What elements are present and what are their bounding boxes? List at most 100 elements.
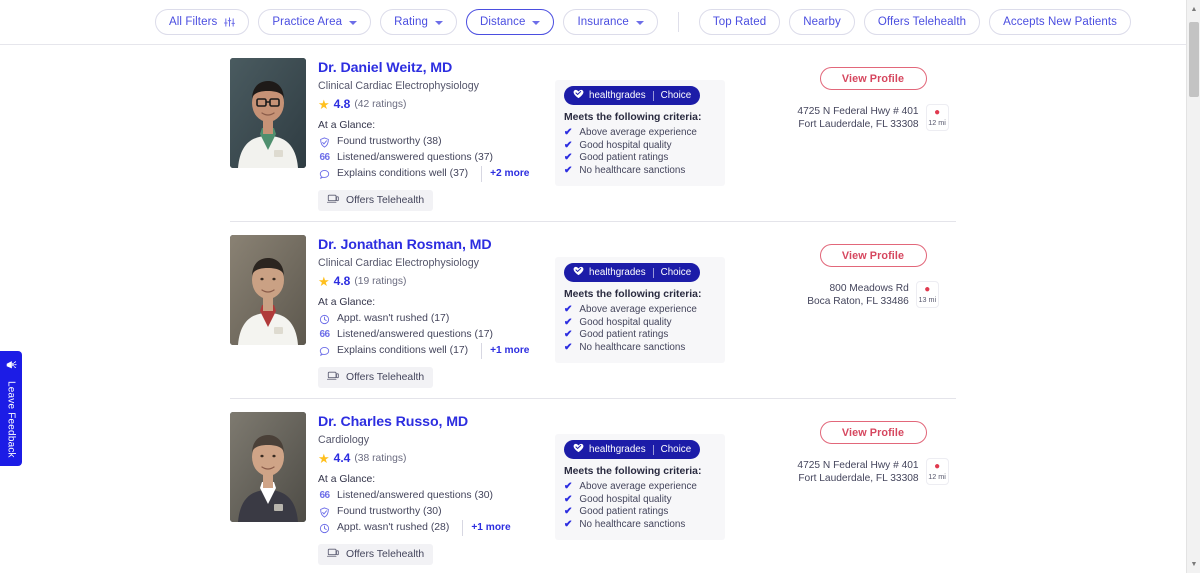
filter-dropdown-rating[interactable]: Rating — [380, 9, 457, 35]
distance-badge[interactable]: ● 12 mi — [925, 104, 949, 131]
healthgrades-choice-column: healthgrades Choice Meets the following cr… — [555, 235, 790, 388]
filter-dropdown-distance[interactable]: Distance — [465, 9, 555, 35]
criteria-text: No healthcare sanctions — [579, 341, 686, 353]
filter-dropdown-label: Practice Area — [272, 16, 343, 28]
healthgrades-choice-badge: healthgrades Choice — [564, 440, 701, 460]
doctor-rating[interactable]: ★ 4.8 (42 ratings) — [318, 97, 555, 111]
doctor-name-link[interactable]: Dr. Daniel Weitz, MD — [318, 60, 555, 77]
criteria-item: ✔ Above average experience — [564, 481, 716, 494]
clock-icon — [318, 314, 331, 325]
doctor-card[interactable]: Dr. Daniel Weitz, MD Clinical Cardiac Ele… — [230, 45, 956, 223]
speech-bubble-icon — [318, 169, 331, 180]
all-filters-button[interactable]: All Filters — [155, 9, 250, 35]
chevron-down-icon — [635, 20, 644, 25]
glance-item-text: Explains conditions well (37) — [337, 168, 469, 180]
check-icon: ✔ — [564, 506, 573, 518]
distance-label: 12 mi — [928, 471, 946, 481]
shield-check-icon — [318, 507, 331, 518]
healthgrades-choice-label: Choice — [660, 444, 692, 456]
doctor-location: 4725 N Federal Hwy # 401 Fort Lauderdale,… — [797, 104, 949, 131]
address-line-1: 800 Meadows Rd — [829, 282, 909, 294]
criteria-item: ✔ Good hospital quality — [564, 494, 716, 507]
filter-bar: All Filters Practice Area Rating Distanc… — [0, 0, 1200, 45]
page-scrollbar[interactable]: ▲ ▼ — [1186, 0, 1200, 573]
glance-item: 66 Listened/answered questions (30) — [318, 488, 555, 504]
quick-filter-top-rated[interactable]: Top Rated — [698, 9, 781, 35]
glance-item: Found trustworthy (30) — [318, 504, 555, 520]
telehealth-label: Offers Telehealth — [346, 549, 425, 561]
doctor-name-link[interactable]: Dr. Jonathan Rosman, MD — [318, 237, 555, 254]
check-icon: ✔ — [564, 304, 573, 316]
doctor-photo-column — [230, 235, 318, 388]
filter-dropdown-practice-area[interactable]: Practice Area — [258, 9, 372, 35]
more-attributes-link[interactable]: +1 more — [462, 520, 511, 537]
check-icon: ✔ — [564, 139, 573, 151]
more-attributes-link[interactable]: +2 more — [481, 166, 529, 183]
scrollbar-thumb[interactable] — [1189, 22, 1199, 97]
criteria-text: No healthcare sanctions — [579, 164, 686, 176]
rating-count: (38 ratings) — [354, 452, 407, 464]
criteria-text: Good hospital quality — [579, 493, 672, 505]
more-attributes-link[interactable]: +1 more — [481, 343, 529, 360]
criteria-item: ✔ No healthcare sanctions — [564, 165, 716, 178]
doctor-name-link[interactable]: Dr. Charles Russo, MD — [318, 414, 555, 431]
scroll-up-icon[interactable]: ▲ — [1187, 2, 1200, 16]
distance-badge[interactable]: ● 13 mi — [915, 281, 939, 309]
filter-dropdown-insurance[interactable]: Insurance — [563, 9, 658, 35]
quote-icon: 66 — [319, 152, 330, 164]
criteria-item: ✔ Good patient ratings — [564, 506, 716, 519]
criteria-item: ✔ No healthcare sanctions — [564, 519, 716, 532]
criteria-item: ✔ Above average experience — [564, 304, 716, 317]
criteria-text: Good hospital quality — [579, 139, 672, 151]
criteria-text: Good patient ratings — [579, 506, 669, 518]
leave-feedback-tab[interactable]: Leave Feedback — [0, 351, 22, 466]
glance-item: Appt. wasn't rushed (17) — [318, 311, 555, 327]
heart-check-icon — [573, 89, 584, 102]
glance-item-text: Listened/answered questions (37) — [337, 152, 493, 164]
doctor-photo-column — [230, 412, 318, 565]
criteria-item: ✔ No healthcare sanctions — [564, 342, 716, 355]
rating-value: 4.8 — [333, 97, 351, 112]
criteria-item: ✔ Good hospital quality — [564, 317, 716, 330]
glance-item: Explains conditions well (37) +2 more — [318, 166, 555, 183]
quick-filter-nearby[interactable]: Nearby — [789, 9, 855, 35]
doctor-card[interactable]: Dr. Charles Russo, MD Cardiology ★ 4.4 (38 r… — [230, 399, 956, 573]
telehealth-label: Offers Telehealth — [346, 195, 425, 207]
doctor-photo[interactable] — [230, 58, 306, 168]
speech-bubble-icon — [318, 346, 331, 357]
address-line-2: Fort Lauderdale, FL 33308 — [798, 118, 919, 130]
healthgrades-choice-box: healthgrades Choice Meets the following cr… — [555, 80, 725, 186]
all-filters-label: All Filters — [169, 16, 218, 28]
scroll-down-icon[interactable]: ▼ — [1187, 557, 1200, 571]
star-icon: ★ — [318, 273, 330, 289]
doctor-action-column: View Profile 4725 N Federal Hwy # 401 Fort… — [790, 412, 956, 565]
doctor-photo[interactable] — [230, 235, 306, 346]
distance-badge[interactable]: ● 12 mi — [925, 458, 949, 486]
doctor-results-list: Dr. Daniel Weitz, MD Clinical Cardiac Ele… — [0, 45, 1186, 573]
address-line-2: Fort Lauderdale, FL 33308 — [798, 472, 919, 484]
map-pin-icon: ● — [934, 460, 941, 472]
quote-icon: 66 — [319, 490, 330, 502]
healthgrades-choice-badge: healthgrades Choice — [564, 86, 701, 105]
view-profile-button[interactable]: View Profile — [819, 67, 927, 90]
view-profile-button[interactable]: View Profile — [819, 244, 927, 268]
doctor-rating[interactable]: ★ 4.4 (38 ratings) — [318, 451, 555, 465]
check-icon: ✔ — [564, 329, 573, 341]
criteria-heading: Meets the following criteria: — [564, 466, 702, 478]
doctor-location: 4725 N Federal Hwy # 401 Fort Lauderdale,… — [797, 458, 949, 486]
criteria-text: Above average experience — [579, 127, 697, 138]
doctor-card[interactable]: Dr. Jonathan Rosman, MD Clinical Cardiac … — [230, 222, 956, 400]
view-profile-button[interactable]: View Profile — [819, 421, 927, 445]
healthgrades-brand-label: healthgrades — [589, 444, 646, 456]
filter-chip-group: All Filters Practice Area Rating Distanc… — [155, 9, 1131, 35]
star-icon: ★ — [318, 450, 330, 466]
sliders-icon — [224, 16, 236, 28]
doctor-rating[interactable]: ★ 4.8 (19 ratings) — [318, 274, 555, 288]
doctor-photo[interactable] — [230, 412, 306, 523]
quick-filter-accepts-new-patients[interactable]: Accepts New Patients — [989, 9, 1131, 35]
megaphone-icon — [5, 358, 17, 376]
telehealth-badge: Offers Telehealth — [318, 190, 434, 212]
map-pin-icon: ● — [934, 106, 941, 118]
criteria-text: Good hospital quality — [579, 316, 672, 328]
quick-filter-offers-telehealth[interactable]: Offers Telehealth — [863, 9, 981, 35]
